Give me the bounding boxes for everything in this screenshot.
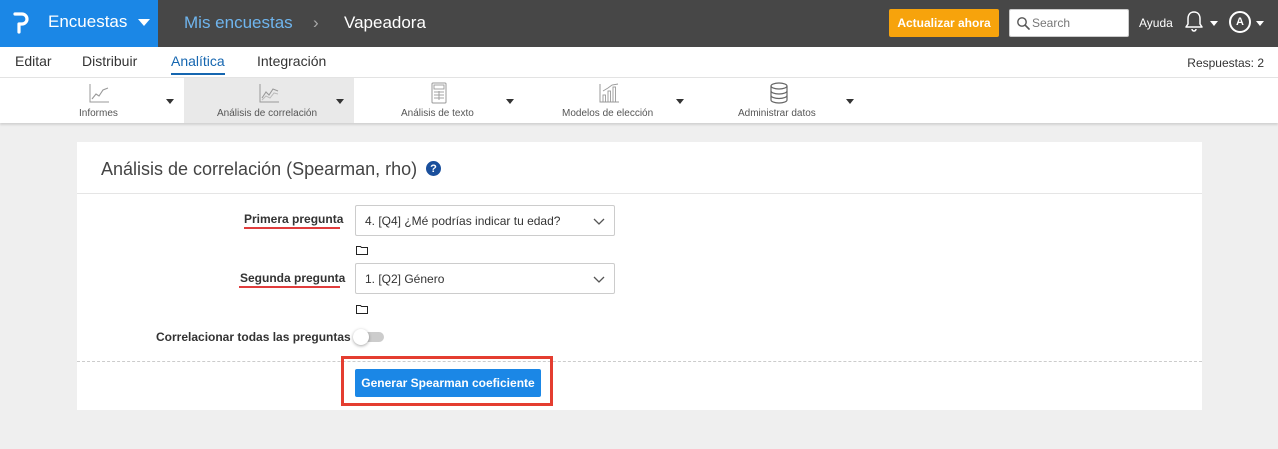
chevron-down-icon bbox=[676, 99, 684, 104]
annotation-underline bbox=[239, 286, 340, 288]
tool-texto[interactable]: Análisis de texto bbox=[354, 78, 524, 123]
chevron-down-icon bbox=[166, 99, 174, 104]
tool-correlacion[interactable]: Análisis de correlación bbox=[184, 78, 354, 123]
breadcrumb-separator: › bbox=[313, 13, 319, 32]
account-chevron-down-icon[interactable] bbox=[1256, 21, 1264, 26]
folder-icon[interactable] bbox=[356, 304, 368, 314]
top-bar: Encuestas Mis encuestas › Vapeadora Actu… bbox=[0, 0, 1278, 47]
page-title: Análisis de correlación (Spearman, rho) bbox=[101, 159, 418, 179]
tool-label: Informes bbox=[79, 108, 118, 119]
tool-administrar-datos[interactable]: Administrar datos bbox=[694, 78, 864, 123]
responses-count: Respuestas: 2 bbox=[1187, 56, 1264, 70]
folder-icon[interactable] bbox=[356, 245, 368, 255]
search-box[interactable] bbox=[1009, 9, 1129, 37]
database-icon bbox=[770, 82, 788, 104]
dashed-divider bbox=[77, 361, 1202, 362]
p-logo-icon bbox=[13, 12, 29, 34]
chevron-down-icon bbox=[138, 19, 150, 26]
tool-modelos-eleccion[interactable]: Modelos de elección bbox=[524, 78, 694, 123]
tab-integracion[interactable]: Integración bbox=[257, 53, 326, 69]
tab-analitica[interactable]: Analítica bbox=[171, 53, 225, 75]
help-link[interactable]: Ayuda bbox=[1139, 16, 1173, 30]
avatar[interactable]: A bbox=[1229, 11, 1251, 33]
line-chart-icon bbox=[89, 84, 109, 103]
first-question-label: Primera pregunta bbox=[244, 212, 344, 226]
chevron-down-icon bbox=[506, 99, 514, 104]
second-question-value: 1. [Q2] Género bbox=[365, 272, 445, 286]
chevron-down-icon bbox=[593, 276, 605, 283]
brand-menu[interactable]: Encuestas bbox=[0, 0, 158, 47]
breadcrumb-my-surveys[interactable]: Mis encuestas bbox=[184, 13, 293, 33]
chevron-down-icon bbox=[846, 99, 854, 104]
correlate-all-toggle[interactable] bbox=[353, 329, 384, 345]
correlation-chart-icon bbox=[259, 84, 279, 103]
first-question-select[interactable]: 4. [Q4] ¿Mé podrías indicar tu edad? bbox=[355, 205, 615, 236]
chevron-down-icon bbox=[593, 218, 605, 225]
bell-icon[interactable] bbox=[1184, 10, 1204, 32]
toggle-knob bbox=[353, 329, 369, 345]
search-input[interactable] bbox=[1032, 14, 1126, 32]
divider bbox=[77, 193, 1202, 194]
tool-label: Modelos de elección bbox=[562, 108, 654, 119]
correlate-all-label: Correlacionar todas las preguntas bbox=[156, 330, 351, 344]
annotation-underline bbox=[244, 227, 340, 229]
help-icon[interactable]: ? bbox=[426, 161, 441, 176]
tool-label: Análisis de correlación bbox=[217, 108, 318, 119]
tool-label: Administrar datos bbox=[738, 108, 816, 119]
chevron-down-icon bbox=[336, 99, 344, 104]
tool-label: Análisis de texto bbox=[401, 108, 474, 119]
notifications-chevron-down-icon[interactable] bbox=[1210, 21, 1218, 26]
text-analysis-icon bbox=[431, 82, 447, 104]
second-question-select[interactable]: 1. [Q2] Género bbox=[355, 263, 615, 294]
tool-informes[interactable]: Informes bbox=[14, 78, 184, 123]
upgrade-button[interactable]: Actualizar ahora bbox=[889, 9, 999, 37]
search-icon bbox=[1017, 17, 1030, 30]
second-question-label: Segunda pregunta bbox=[240, 271, 346, 285]
breadcrumb-current-survey: Vapeadora bbox=[344, 13, 426, 32]
generate-spearman-button[interactable]: Generar Spearman coeficiente bbox=[355, 369, 541, 397]
analytics-toolbar: Informes Análisis de correlación Análisi… bbox=[0, 78, 1278, 123]
section-nav: Editar Distribuir Analítica Integración … bbox=[0, 47, 1278, 78]
correlation-panel: Análisis de correlación (Spearman, rho) … bbox=[77, 142, 1202, 410]
first-question-value: 4. [Q4] ¿Mé podrías indicar tu edad? bbox=[365, 214, 561, 228]
brand-title: Encuestas bbox=[48, 12, 128, 31]
tab-editar[interactable]: Editar bbox=[15, 53, 52, 69]
tab-distribuir[interactable]: Distribuir bbox=[82, 53, 137, 69]
choice-model-icon bbox=[599, 83, 619, 103]
